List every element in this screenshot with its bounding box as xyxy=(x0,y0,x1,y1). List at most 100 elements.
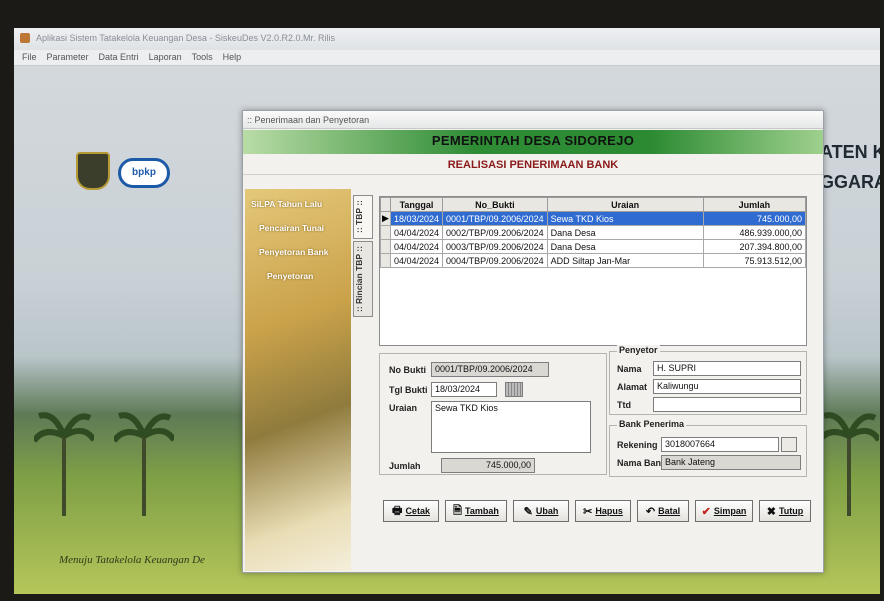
nama-bank-field[interactable]: Bank Jateng xyxy=(661,455,801,470)
tambah-button[interactable]: 🗎 Tambah xyxy=(445,500,507,522)
cell-no-bukti[interactable]: 0002/TBP/09.2006/2024 xyxy=(442,225,548,240)
banner-title: PEMERINTAH DESA SIDOREJO xyxy=(431,133,635,148)
ubah-button[interactable]: ✎ Ubah xyxy=(513,500,569,522)
row-indicator xyxy=(380,239,391,254)
tutup-button[interactable]: ✖ Tutup xyxy=(759,500,811,522)
side-photo-panel: SiLPA Tahun Lalu Pencairan Tunai Penyeto… xyxy=(245,189,351,571)
hapus-button[interactable]: ✂ Hapus xyxy=(575,500,631,522)
cetak-button[interactable]: 🖶 Cetak xyxy=(383,500,439,522)
bank-group-title: Bank Penerima xyxy=(617,419,687,429)
row-indicator-header xyxy=(380,197,391,212)
cell-jumlah[interactable]: 486.939.000,00 xyxy=(702,225,807,240)
cell-uraian[interactable]: Sewa TKD Kios xyxy=(546,211,704,226)
menu-parameter[interactable]: Parameter xyxy=(47,52,89,65)
app-icon xyxy=(20,33,30,43)
tab-rincian-tbp[interactable]: :: Rincian TBP :: xyxy=(353,241,373,317)
undo-icon: ↶ xyxy=(645,505,656,518)
alamat-label: Alamat xyxy=(617,382,648,392)
simpan-label: Simpan xyxy=(713,506,747,516)
cetak-label: Cetak xyxy=(405,506,430,516)
cell-tanggal[interactable]: 04/04/2024 xyxy=(389,239,444,254)
column-header-jumlah[interactable]: Jumlah xyxy=(702,197,807,212)
palm-tree-icon xyxy=(34,412,94,516)
uraian-field[interactable]: Sewa TKD Kios xyxy=(431,401,591,453)
dialog-title: :: Penerimaan dan Penyetoran xyxy=(243,111,823,129)
background-heading-2: GGARAN xyxy=(820,172,880,192)
printer-icon: 🖶 xyxy=(392,504,403,517)
row-pointer-icon: ▶ xyxy=(380,211,391,226)
cell-uraian[interactable]: ADD Siltap Jan-Mar xyxy=(546,253,704,268)
menu-file[interactable]: File xyxy=(22,52,37,65)
calendar-icon[interactable] xyxy=(505,382,523,397)
row-indicator xyxy=(380,225,391,240)
government-emblem-icon xyxy=(76,152,110,190)
bpkp-logo: bpkp xyxy=(118,158,170,188)
hapus-label: Hapus xyxy=(595,506,623,516)
lookup-rekening-button[interactable] xyxy=(781,437,797,452)
no-bukti-label: No Bukti xyxy=(389,365,426,375)
cell-no-bukti[interactable]: 0001/TBP/09.2006/2024 xyxy=(442,211,548,226)
tab-tbp[interactable]: :: TBP :: xyxy=(353,195,373,239)
nama-penyetor-field[interactable]: H. SUPRI xyxy=(653,361,801,376)
cell-jumlah[interactable]: 207.394.800,00 xyxy=(702,239,807,254)
cell-jumlah[interactable]: 745.000,00 xyxy=(702,211,807,226)
cell-tanggal[interactable]: 18/03/2024 xyxy=(389,211,444,226)
checkmark-icon: ✔ xyxy=(701,505,711,518)
section-title: REALISASI PENERIMAAN BANK xyxy=(243,155,823,175)
menu-tools[interactable]: Tools xyxy=(192,52,213,65)
cell-jumlah[interactable]: 75.913.512,00 xyxy=(702,253,807,268)
side-menu-pencairan[interactable]: Pencairan Tunai xyxy=(259,223,324,233)
cell-uraian[interactable]: Dana Desa xyxy=(546,225,704,240)
jumlah-field[interactable]: 745.000,00 xyxy=(441,458,535,473)
add-document-icon: 🗎 xyxy=(453,504,462,517)
rekening-label: Rekening xyxy=(617,440,658,450)
edit-icon: ✎ xyxy=(523,505,533,518)
nama-label: Nama xyxy=(617,364,642,374)
cell-uraian[interactable]: Dana Desa xyxy=(546,239,704,254)
column-header-no-bukti[interactable]: No_Bukti xyxy=(442,197,548,212)
penerimaan-dialog: :: Penerimaan dan Penyetoran PEMERINTAH … xyxy=(242,110,824,573)
cell-no-bukti[interactable]: 0003/TBP/09.2006/2024 xyxy=(442,239,548,254)
cell-tanggal[interactable]: 04/04/2024 xyxy=(389,225,444,240)
menu-bar: File Parameter Data Entri Laporan Tools … xyxy=(14,50,880,66)
column-header-uraian[interactable]: Uraian xyxy=(546,197,704,212)
simpan-button[interactable]: ✔ Simpan xyxy=(695,500,753,522)
app-window: Aplikasi Sistem Tatakelola Keuangan Desa… xyxy=(14,28,880,594)
jumlah-label: Jumlah xyxy=(389,461,421,471)
table-row[interactable]: 04/04/2024 0004/TBP/09.2006/2024 ADD Sil… xyxy=(380,253,807,268)
tagline: Menuju Tatakelola Keuangan De xyxy=(59,554,205,566)
table-row[interactable]: 04/04/2024 0003/TBP/09.2006/2024 Dana De… xyxy=(380,239,807,254)
side-menu-penyetoran[interactable]: Penyetoran xyxy=(267,271,313,281)
ubah-label: Ubah xyxy=(535,506,559,516)
nama-bank-label: Nama Bank xyxy=(617,458,667,468)
no-bukti-field[interactable]: 0001/TBP/09.2006/2024 xyxy=(431,362,549,377)
batal-label: Batal xyxy=(658,506,681,516)
alamat-field[interactable]: Kaliwungu xyxy=(653,379,801,394)
tambah-label: Tambah xyxy=(465,506,499,516)
tbp-grid[interactable]: Tanggal No_Bukti Uraian Jumlah ▶ 18/03/2… xyxy=(379,196,807,346)
palm-tree-icon xyxy=(114,412,174,516)
ttd-field[interactable] xyxy=(653,397,801,412)
delete-icon: ✂ xyxy=(583,505,593,518)
menu-data-entri[interactable]: Data Entri xyxy=(99,52,139,65)
cell-tanggal[interactable]: 04/04/2024 xyxy=(389,253,444,268)
menu-help[interactable]: Help xyxy=(223,52,242,65)
close-icon: ✖ xyxy=(766,505,776,518)
cell-no-bukti[interactable]: 0004/TBP/09.2006/2024 xyxy=(442,253,548,268)
menu-laporan[interactable]: Laporan xyxy=(149,52,182,65)
batal-button[interactable]: ↶ Batal xyxy=(637,500,689,522)
window-title: Aplikasi Sistem Tatakelola Keuangan Desa… xyxy=(36,33,335,43)
table-row[interactable]: 04/04/2024 0002/TBP/09.2006/2024 Dana De… xyxy=(380,225,807,240)
side-menu-silpa[interactable]: SiLPA Tahun Lalu xyxy=(251,199,322,209)
side-menu-penyetoran-bank[interactable]: Penyetoran Bank xyxy=(259,247,328,257)
rekening-field[interactable]: 3018007664 xyxy=(661,437,779,452)
window-titlebar: Aplikasi Sistem Tatakelola Keuangan Desa… xyxy=(14,28,880,50)
column-header-tanggal[interactable]: Tanggal xyxy=(389,197,444,212)
row-indicator xyxy=(380,253,391,268)
uraian-label: Uraian xyxy=(389,403,418,413)
ttd-label: Ttd xyxy=(617,400,631,410)
vertical-tabs: :: TBP :: :: Rincian TBP :: xyxy=(353,191,373,551)
tgl-bukti-field[interactable]: 18/03/2024 xyxy=(431,382,497,397)
palm-tree-icon xyxy=(819,412,879,516)
table-row[interactable]: ▶ 18/03/2024 0001/TBP/09.2006/2024 Sewa … xyxy=(380,211,807,226)
